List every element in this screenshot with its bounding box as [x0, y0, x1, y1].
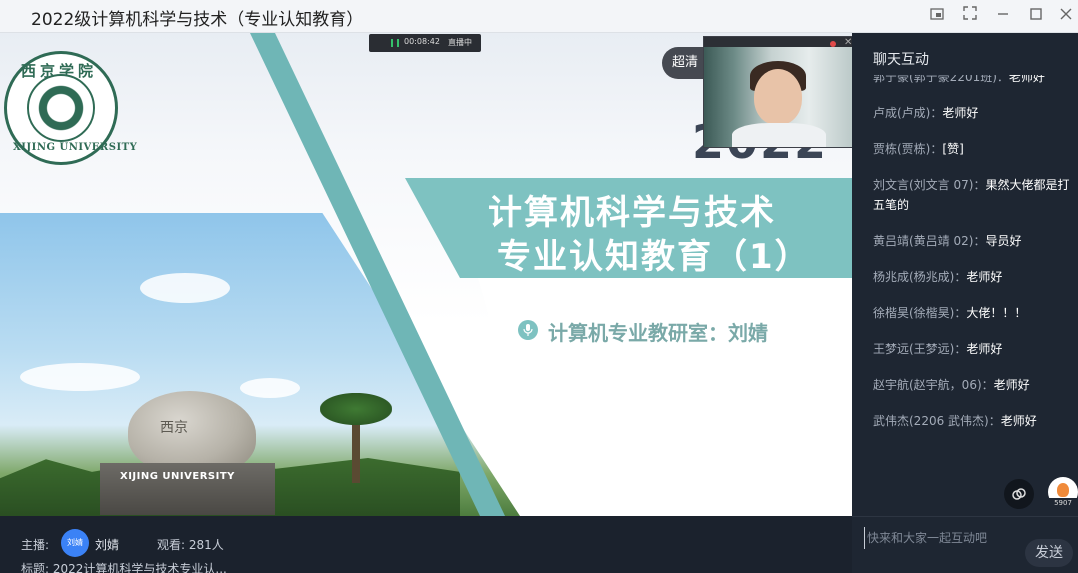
chat-message: 杨兆成(杨兆成)：老师好 [873, 267, 1071, 287]
chat-separator: ： [996, 75, 1009, 84]
chat-message: 郭宁豪(郭宁豪2201班)：老师好 [873, 75, 1071, 87]
pip-icon[interactable] [926, 5, 948, 27]
host-name: 刘婧 [95, 538, 120, 552]
link-button[interactable] [1004, 479, 1034, 509]
recording-status: 直播中 [448, 38, 472, 47]
live-class-window: 2022级计算机科学与技术（专业认知教育） 西京 XIJING UNIVERSI… [0, 0, 1078, 573]
chat-panel: 聊天互动 郭宁豪(郭宁豪2201班)：老师好 卢成(卢成)：老师好 贾栋(贾栋)… [852, 33, 1078, 516]
logo-english: XIJING UNIVERSITY [13, 142, 138, 153]
cloud-shape [140, 273, 230, 303]
maximize-icon[interactable] [1025, 5, 1047, 27]
chat-text: 导员好 [985, 234, 1022, 248]
chat-text: 老师好 [966, 270, 1003, 284]
signal-icon [391, 39, 399, 47]
minimize-icon[interactable] [992, 5, 1014, 27]
chat-message: 武伟杰(2206 武伟杰)：老师好 [873, 411, 1071, 431]
like-count: 5907 [1048, 498, 1078, 508]
recording-indicator: 00:08:42 直播中 [369, 34, 481, 52]
live-dot-icon [830, 41, 836, 47]
palm-leaves [320, 393, 392, 425]
chat-separator: ： [973, 178, 986, 192]
chat-separator: ： [973, 234, 986, 248]
fullscreen-icon[interactable] [959, 5, 981, 27]
chat-text: 老师好 [993, 378, 1030, 392]
chat-message: 王梦远(王梦远)：老师好 [873, 339, 1071, 359]
chat-message: 黄吕靖(黄吕靖 02)：导员好 [873, 231, 1071, 251]
chat-input[interactable] [864, 527, 1014, 549]
cloud-shape [240, 378, 300, 398]
chat-separator: ： [988, 414, 1001, 428]
chat-user: 贾栋(贾栋) [873, 142, 931, 156]
presenter-face [754, 69, 802, 125]
chat-text: [赞] [942, 142, 964, 156]
chat-separator: ： [954, 270, 967, 284]
chat-message-list[interactable]: 郭宁豪(郭宁豪2201班)：老师好 卢成(卢成)：老师好 贾栋(贾栋)：[赞] … [873, 75, 1071, 465]
chat-message: 徐楷昊(徐楷昊)：大佬！！！ [873, 303, 1071, 323]
chat-user: 刘文言(刘文言 07) [873, 178, 974, 192]
chat-user: 徐楷昊(徐楷昊) [873, 306, 955, 320]
chat-user: 郭宁豪(郭宁豪2201班) [873, 75, 997, 84]
flame-icon [1057, 483, 1069, 497]
quality-label: 超清 [672, 55, 699, 70]
chat-separator: ： [954, 342, 967, 356]
chat-message: 贾栋(贾栋)：[赞] [873, 139, 1071, 159]
presenter-body [732, 123, 826, 147]
chat-user: 卢成(卢成) [873, 106, 931, 120]
chat-message: 卢成(卢成)：老师好 [873, 103, 1071, 123]
send-button[interactable]: 发送 [1025, 539, 1073, 567]
avatar[interactable]: 刘婧 [61, 529, 89, 557]
cloud-shape [20, 363, 140, 391]
slide-headline-line2: 专业认知教育（1） [497, 237, 811, 277]
slide-headline-line1: 计算机科学与技术 [488, 193, 776, 233]
base-inscription: XIJING UNIVERSITY [120, 471, 235, 482]
chat-message: 刘文言(刘文言 07)：果然大佬都是打五笔的 [873, 175, 1071, 215]
link-icon [1011, 488, 1027, 506]
stream-info-bar: 主播: 刘婧 刘婧 观看: 281人 标题: 2022计算机科学与技术专业认..… [0, 516, 852, 573]
stone-inscription: 西京 [160, 420, 188, 436]
title-bar: 2022级计算机科学与技术（专业认知教育） [0, 0, 1078, 33]
chat-separator: ： [930, 142, 943, 156]
chat-separator: ： [954, 306, 967, 320]
stream-topic: 标题: 2022计算机科学与技术专业认... [21, 562, 227, 573]
chat-user: 杨兆成(杨兆成) [873, 270, 955, 284]
webcam-view[interactable]: ✕ [703, 36, 853, 148]
chat-text: 老师好 [1008, 75, 1045, 84]
chat-user: 黄吕靖(黄吕靖 02) [873, 234, 974, 248]
chat-message: 赵宇航(赵宇航，06)：老师好 [873, 375, 1071, 395]
logo-emblem [27, 74, 95, 142]
chat-input-bar: 发送 [852, 516, 1078, 573]
recording-time: 00:08:42 [404, 37, 440, 46]
chat-title: 聊天互动 [873, 52, 929, 68]
slide-presenter: 计算机专业教研室：刘婧 [548, 321, 768, 345]
chat-separator: ： [930, 106, 943, 120]
microphone-icon [518, 320, 538, 340]
chat-user: 武伟杰(2206 武伟杰) [873, 414, 989, 428]
window-title: 2022级计算机科学与技术（专业认知教育） [31, 10, 364, 30]
chat-text: 老师好 [942, 106, 979, 120]
viewer-count: 观看: 281人 [157, 538, 224, 552]
chat-user: 赵宇航(赵宇航，06) [873, 378, 982, 392]
chat-separator: ： [981, 378, 994, 392]
chat-text: 大佬！！！ [966, 306, 1027, 320]
university-logo: 西京学院 XIJING UNIVERSITY [4, 51, 137, 165]
host-label: 主播: [21, 538, 50, 552]
chat-text: 老师好 [1000, 414, 1037, 428]
chat-user: 王梦远(王梦远) [873, 342, 955, 356]
close-icon[interactable] [1055, 5, 1077, 27]
chat-text: 老师好 [966, 342, 1003, 356]
